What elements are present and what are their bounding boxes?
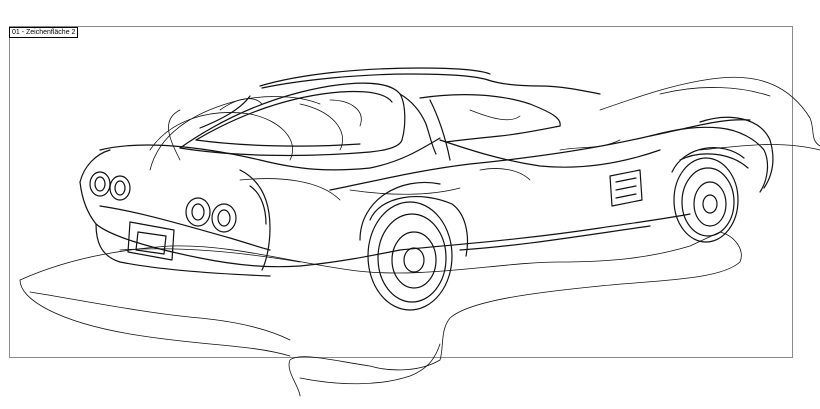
car-line-drawing-icon[interactable]: [0, 0, 820, 409]
license-plate: [127, 221, 175, 261]
front-wheel: [671, 147, 745, 243]
side-vent: [609, 169, 643, 207]
car-body: [79, 67, 774, 277]
tail-lights: [89, 171, 237, 233]
rear-wheel: [359, 181, 469, 311]
flow-lines: [149, 76, 820, 171]
artboard-label[interactable]: 01 - Zeichenfläche 2: [9, 27, 79, 38]
ground-shadow: [19, 231, 742, 397]
